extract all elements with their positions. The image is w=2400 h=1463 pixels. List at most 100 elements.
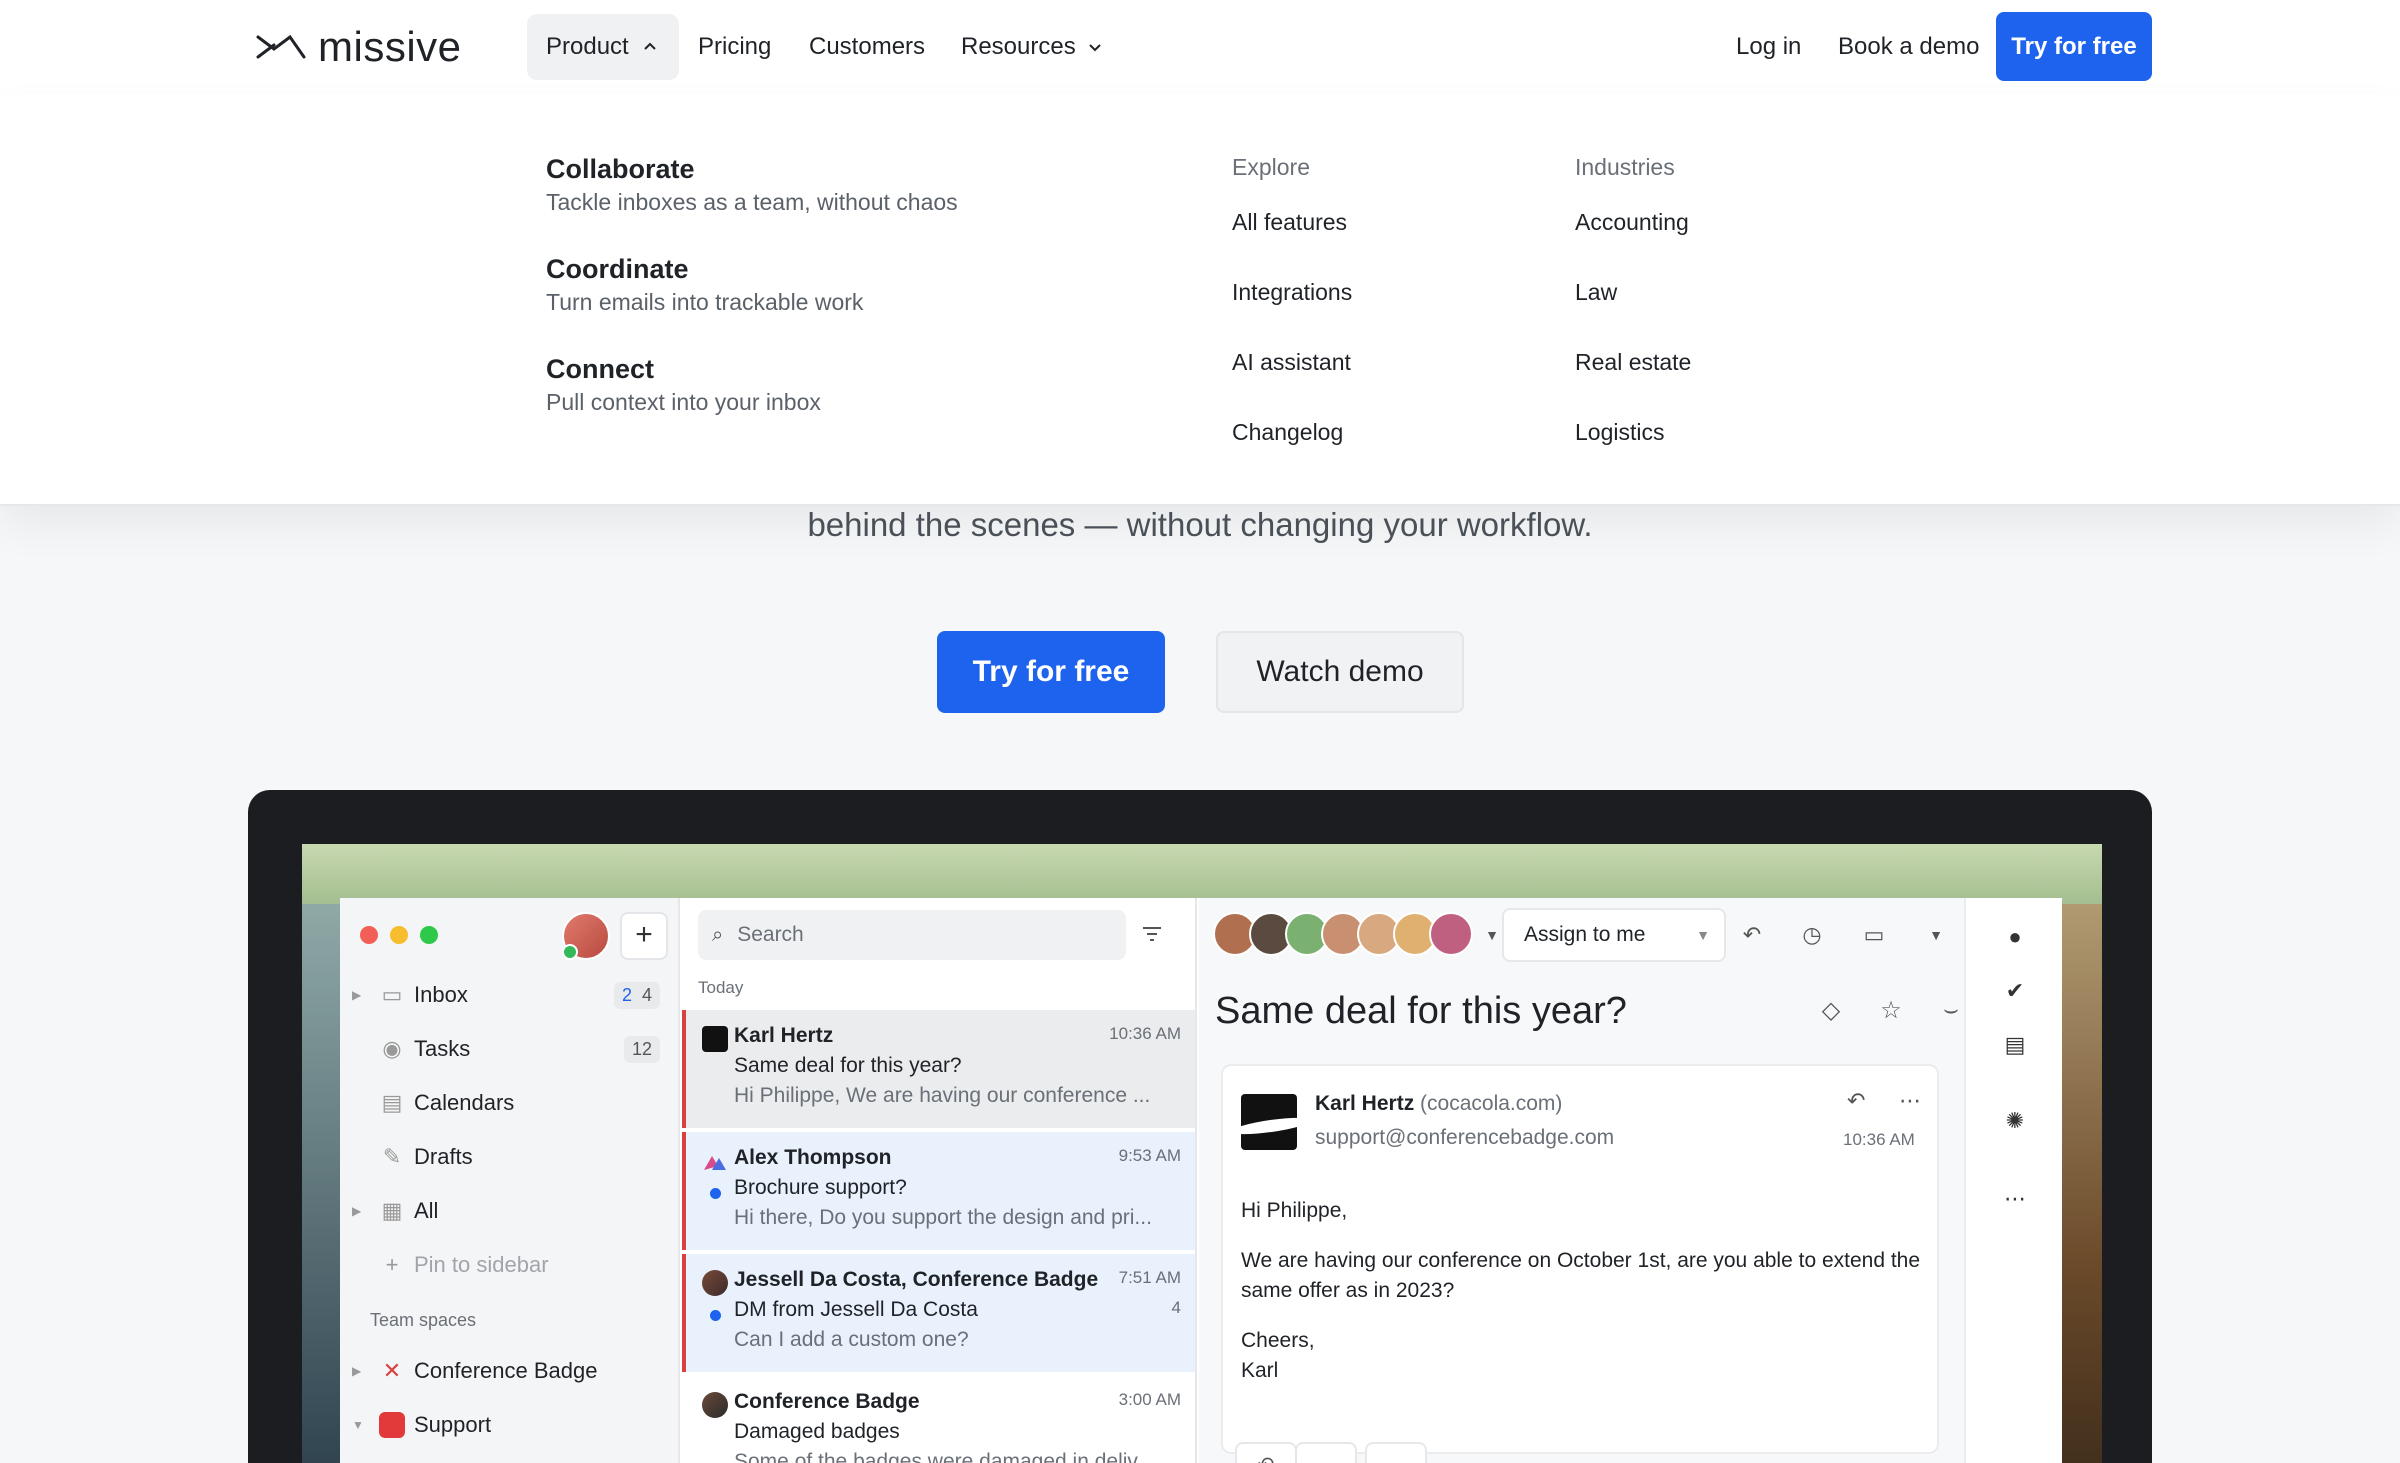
calendar-icon[interactable]: ▤ (2002, 1032, 2028, 1058)
user-avatar[interactable] (562, 912, 610, 960)
check-circle-icon: ◉ (382, 1036, 402, 1061)
conversation-preview: Some of the badges were damaged in deliv… (734, 1450, 1154, 1463)
conversation-item[interactable]: Karl Hertz 10:36 AM Same deal for this ye… (682, 1010, 1195, 1128)
reply-icon[interactable]: ↶ (1739, 922, 1765, 948)
tag-icon[interactable]: ◇ (1817, 996, 1845, 1024)
window-maximize-button[interactable] (420, 926, 438, 944)
priority-bar (682, 1254, 686, 1372)
login-link[interactable]: Log in (1736, 14, 1801, 80)
sidebar-item-inbox[interactable]: ▶ ▭ Inbox 2 4 (340, 968, 680, 1022)
expand-caret-icon[interactable]: ▶ (340, 988, 370, 1002)
menu-item-subtitle: Tackle inboxes as a team, without chaos (546, 189, 958, 215)
missive-logo-icon (256, 34, 306, 59)
contact-avatar (702, 1270, 728, 1296)
explore-heading: Explore (1232, 154, 1310, 180)
menu-item-collaborate[interactable]: Collaborate Tackle inboxes as a team, wi… (546, 152, 958, 218)
email-subject: Same deal for this year? (1215, 990, 1627, 1032)
product-dropdown: Collaborate Tackle inboxes as a team, wi… (0, 94, 2400, 506)
sidebar-pin-to-sidebar[interactable]: + Pin to sidebar (340, 1238, 680, 1292)
team-avatars[interactable] (1213, 912, 1473, 956)
menu-item-subtitle: Turn emails into trackable work (546, 289, 864, 315)
chevron-down-icon[interactable]: ▼ (1923, 922, 1949, 948)
conversation-item[interactable]: Conference Badge 3:00 AM Damaged badges S… (682, 1376, 1195, 1463)
industry-link-real-estate[interactable]: Real estate (1575, 342, 1691, 412)
sidebar-item-drafts[interactable]: ✎ Drafts (340, 1130, 680, 1184)
nav-resources-menu[interactable]: Resources (961, 14, 1102, 80)
inbox-icon: ▭ (381, 982, 403, 1007)
badge-icon: ✕ (382, 1358, 402, 1383)
logo-text: missive (318, 23, 462, 70)
nav-product-menu[interactable]: Product (527, 14, 679, 80)
inbox-unread-count: 2 (621, 984, 632, 1005)
hero-try-for-free-button[interactable]: Try for free (937, 631, 1165, 713)
menu-item-title: Connect (546, 354, 654, 384)
forward-button[interactable]: → (1295, 1442, 1357, 1463)
conversation-item[interactable]: Jessell Da Costa, Conference Badge 7:51 A… (682, 1254, 1195, 1372)
hero-watch-demo-button[interactable]: Watch demo (1216, 631, 1464, 713)
thread-count: 4 (1171, 1298, 1181, 1317)
conversation-time: 3:00 AM (1118, 1390, 1181, 1409)
sidebar-item-calendars[interactable]: ▤ Calendars (340, 1076, 680, 1130)
tasks-count-badge: 12 (623, 1035, 660, 1063)
team-spaces-heading: Team spaces (370, 1310, 477, 1330)
nav-pricing-link[interactable]: Pricing (698, 14, 771, 80)
conversation-subject: Same deal for this year? (734, 1054, 962, 1077)
assign-label: Assign to me (1524, 923, 1646, 946)
window-minimize-button[interactable] (390, 926, 408, 944)
window-close-button[interactable] (360, 926, 378, 944)
sidebar-item-label: Inbox (414, 982, 468, 1007)
nav-customers-link[interactable]: Customers (809, 14, 925, 80)
more-apps-icon[interactable]: ⋯ (2002, 1186, 2028, 1212)
filter-icon[interactable] (1140, 922, 1164, 946)
inbox-total-count: 4 (641, 984, 652, 1005)
search-input[interactable]: ⌕ Search (698, 910, 1126, 960)
conversation-subject: Damaged badges (734, 1420, 900, 1443)
hide-eye-icon[interactable]: ⌣ (1937, 996, 1965, 1024)
reply-actions: ↶ → ⋯ (1235, 1442, 1427, 1463)
explore-link-all-features[interactable]: All features (1232, 202, 1352, 272)
email-signature: Karl (1241, 1359, 1279, 1382)
explore-link-integrations[interactable]: Integrations (1232, 272, 1352, 342)
menu-item-subtitle: Pull context into your inbox (546, 389, 821, 415)
conversation-sender: Karl Hertz (734, 1024, 834, 1047)
nav-resources-label: Resources (961, 33, 1076, 60)
missive-logo[interactable]: missive (256, 23, 462, 70)
conversation-preview: Hi there, Do you support the design and … (734, 1206, 1152, 1229)
reply-icon[interactable]: ↶ (1847, 1088, 1865, 1114)
sidebar-team-conference-badge[interactable]: ▶ ✕ Conference Badge (340, 1344, 680, 1398)
contact-avatar (702, 1392, 728, 1418)
menu-item-coordinate[interactable]: Coordinate Turn emails into trackable wo… (546, 252, 958, 318)
check-circle-icon[interactable]: ✔ (2002, 978, 2028, 1004)
sidebar-team-support[interactable]: ▼ Support (340, 1398, 680, 1452)
book-demo-link[interactable]: Book a demo (1838, 14, 1979, 80)
industry-link-logistics[interactable]: Logistics (1575, 412, 1691, 482)
more-options-icon[interactable]: ⋯ (1899, 1088, 1921, 1114)
reply-button[interactable]: ↶ (1235, 1442, 1297, 1463)
menu-item-connect[interactable]: Connect Pull context into your inbox (546, 352, 958, 418)
archive-tray-icon[interactable]: ▭ (1861, 922, 1887, 948)
contact-icon[interactable]: ● (2002, 924, 2028, 950)
assign-to-me-dropdown[interactable]: Assign to me ▼ (1502, 908, 1726, 962)
support-team-icon (379, 1412, 405, 1438)
expand-caret-icon[interactable]: ▶ (340, 1364, 370, 1378)
industry-link-law[interactable]: Law (1575, 272, 1691, 342)
compose-button[interactable]: + (620, 912, 668, 960)
conversation-time: 9:53 AM (1118, 1146, 1181, 1165)
star-icon[interactable]: ☆ (1877, 996, 1905, 1024)
menu-item-title: Collaborate (546, 154, 695, 184)
collapse-caret-icon[interactable]: ▼ (340, 1418, 370, 1432)
explore-link-changelog[interactable]: Changelog (1232, 412, 1352, 482)
try-for-free-button[interactable]: Try for free (1996, 12, 2152, 81)
expand-caret-icon[interactable]: ▶ (340, 1204, 370, 1218)
explore-link-ai-assistant[interactable]: AI assistant (1232, 342, 1352, 412)
clock-icon[interactable]: ◷ (1799, 922, 1825, 948)
openai-icon[interactable]: ✺ (2002, 1108, 2028, 1134)
conversation-item[interactable]: Alex Thompson 9:53 AM Brochure support? H… (682, 1132, 1195, 1250)
email-message-card: Karl Hertz (cocacola.com) support@confer… (1221, 1064, 1939, 1463)
conversation-preview: Can I add a custom one? (734, 1328, 969, 1351)
sidebar-item-all[interactable]: ▶ ▦ All (340, 1184, 680, 1238)
industries-column: Industries Accounting Law Real estate Lo… (1575, 132, 1691, 482)
industry-link-accounting[interactable]: Accounting (1575, 202, 1691, 272)
more-actions-button[interactable]: ⋯ (1365, 1442, 1427, 1463)
sidebar-item-tasks[interactable]: ◉ Tasks 12 (340, 1022, 680, 1076)
